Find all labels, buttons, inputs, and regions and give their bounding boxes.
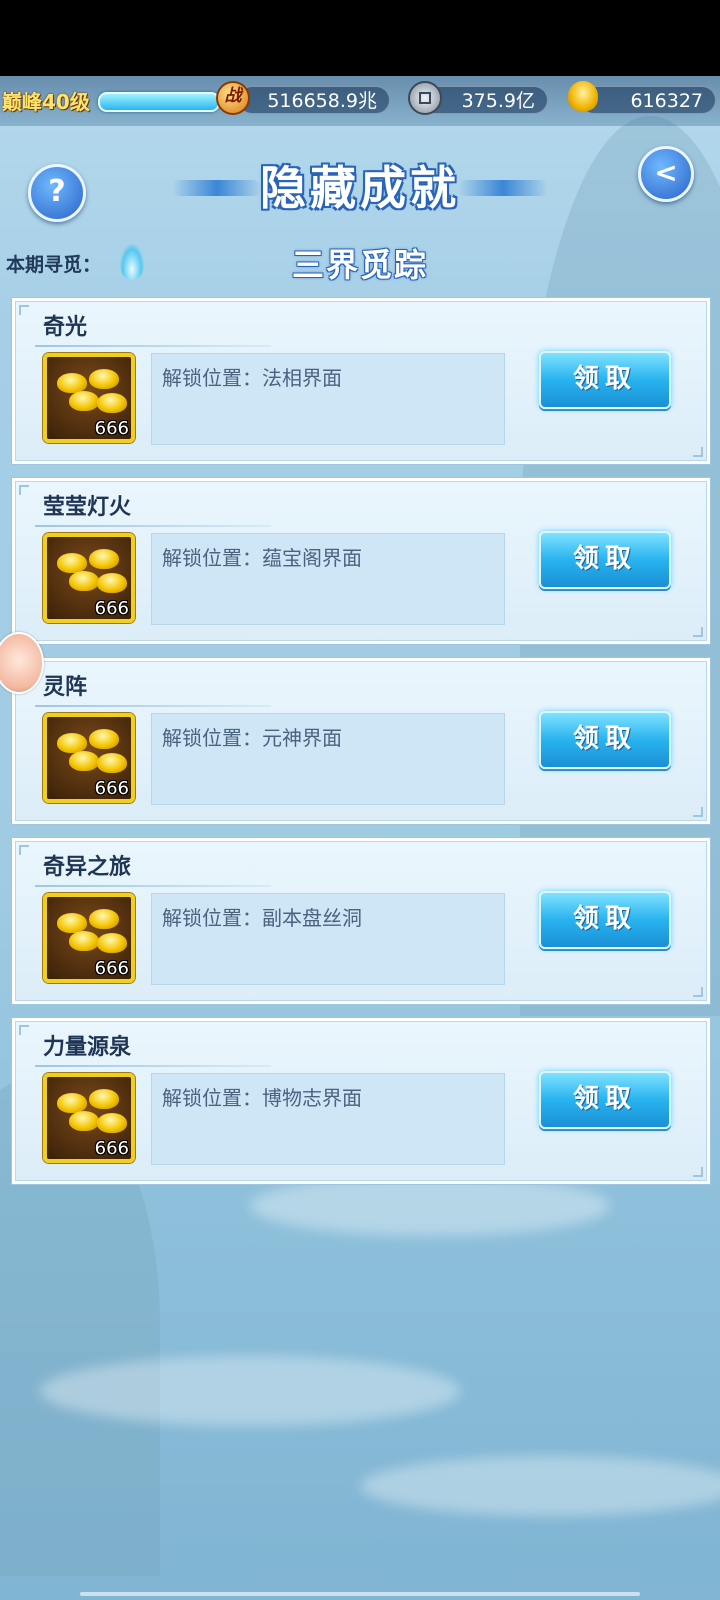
peak-level: 巅峰40级 (2, 90, 90, 114)
combat-power: 516658.9兆 (238, 86, 390, 114)
unlock-description-box: 解锁位置：蕴宝阁界面 (151, 533, 505, 625)
achievement-card: 灵阵 666 解锁位置：元神界面 领取 (12, 658, 710, 824)
gold-ingot-icon (69, 931, 99, 951)
gold-ingot-icon (69, 751, 99, 771)
gold-ingot-icon (89, 909, 119, 929)
reward-item[interactable]: 666 (43, 353, 135, 443)
reward-count: 666 (94, 1138, 129, 1159)
gold-ingot-icon (97, 1113, 127, 1133)
gold-ingot-icon (97, 933, 127, 953)
reward-item[interactable]: 666 (43, 1073, 135, 1163)
gold-ingot-icon (57, 373, 87, 393)
unlock-location: 解锁位置：元神界面 (162, 726, 342, 750)
claim-button[interactable]: 领取 (539, 891, 671, 949)
divider (35, 1065, 271, 1067)
unlock-location: 解锁位置：法相界面 (162, 366, 342, 390)
achievement-name: 奇异之旅 (43, 855, 132, 880)
gold-ingot-icon (97, 753, 127, 773)
divider (35, 345, 271, 347)
claim-button[interactable]: 领取 (539, 531, 671, 589)
unlock-description-box: 解锁位置：副本盘丝洞 (151, 893, 505, 985)
home-indicator (80, 1592, 640, 1596)
achievement-name: 莹莹灯火 (43, 495, 132, 520)
resource-bar: 巅峰40级 516658.9兆 战 375.9亿 616327 (0, 76, 720, 126)
unlock-description-box: 解锁位置：法相界面 (151, 353, 505, 445)
back-button[interactable]: < (638, 146, 694, 202)
claim-button[interactable]: 领取 (539, 351, 671, 409)
reward-count: 666 (94, 418, 129, 439)
status-bar (0, 0, 720, 76)
reward-count: 666 (94, 958, 129, 979)
unlock-location: 解锁位置：蕴宝阁界面 (162, 546, 362, 570)
combat-power-value: 516658.9兆 (267, 90, 377, 112)
combat-icon: 战 (216, 81, 250, 115)
achievement-card: 奇异之旅 666 解锁位置：副本盘丝洞 领取 (12, 838, 710, 1004)
unlock-location: 解锁位置：副本盘丝洞 (162, 906, 362, 930)
unlock-location: 解锁位置：博物志界面 (162, 1086, 362, 1110)
gold-ingot-icon (89, 549, 119, 569)
gold-value: 616327 (630, 90, 703, 112)
divider (35, 705, 271, 707)
gold-ingot-icon (69, 1111, 99, 1131)
gold-ingot-icon (69, 391, 99, 411)
page-title: 隐藏成就 (260, 161, 460, 215)
gold-ingot-icon (89, 729, 119, 749)
exp-bar (98, 92, 220, 112)
gold-ingot-icon (97, 393, 127, 413)
gold-ingot-icon (57, 1093, 87, 1113)
gold-ingot-icon (57, 733, 87, 753)
achievement-name: 奇光 (43, 315, 88, 340)
claim-button[interactable]: 领取 (539, 711, 671, 769)
reward-item[interactable]: 666 (43, 713, 135, 803)
divider (35, 885, 271, 887)
achievement-list: 奇光 666 解锁位置：法相界面 领取 莹莹灯火 666 解锁位置：蕴宝阁界面 … (12, 298, 710, 1198)
reward-count: 666 (94, 778, 129, 799)
achievement-name: 力量源泉 (43, 1035, 132, 1060)
gold-ingot-icon (57, 913, 87, 933)
achievement-card: 力量源泉 666 解锁位置：博物志界面 领取 (12, 1018, 710, 1184)
achievement-name: 灵阵 (43, 675, 88, 700)
gold-ingot-icon (89, 1089, 119, 1109)
reward-count: 666 (94, 598, 129, 619)
reward-item[interactable]: 666 (43, 893, 135, 983)
back-arrow-icon: < (654, 156, 678, 189)
unlock-description-box: 解锁位置：博物志界面 (151, 1073, 505, 1165)
gold-ingot-icon (97, 573, 127, 593)
gold-ingot-icon (57, 553, 87, 573)
unlock-description-box: 解锁位置：元神界面 (151, 713, 505, 805)
gold-currency: 616327 (580, 86, 716, 114)
gold-ingot-icon (89, 369, 119, 389)
divider (35, 525, 271, 527)
page-subtitle: 三界觅踪 (291, 246, 428, 284)
gold-ingot-icon (69, 571, 99, 591)
reward-item[interactable]: 666 (43, 533, 135, 623)
claim-button[interactable]: 领取 (539, 1071, 671, 1129)
achievement-card: 奇光 666 解锁位置：法相界面 领取 (12, 298, 710, 464)
silver-value: 375.9亿 (461, 90, 535, 112)
gold-ingot-icon (568, 81, 598, 111)
silver-coin-icon (408, 81, 442, 115)
achievement-card: 莹莹灯火 666 解锁位置：蕴宝阁界面 领取 (12, 478, 710, 644)
